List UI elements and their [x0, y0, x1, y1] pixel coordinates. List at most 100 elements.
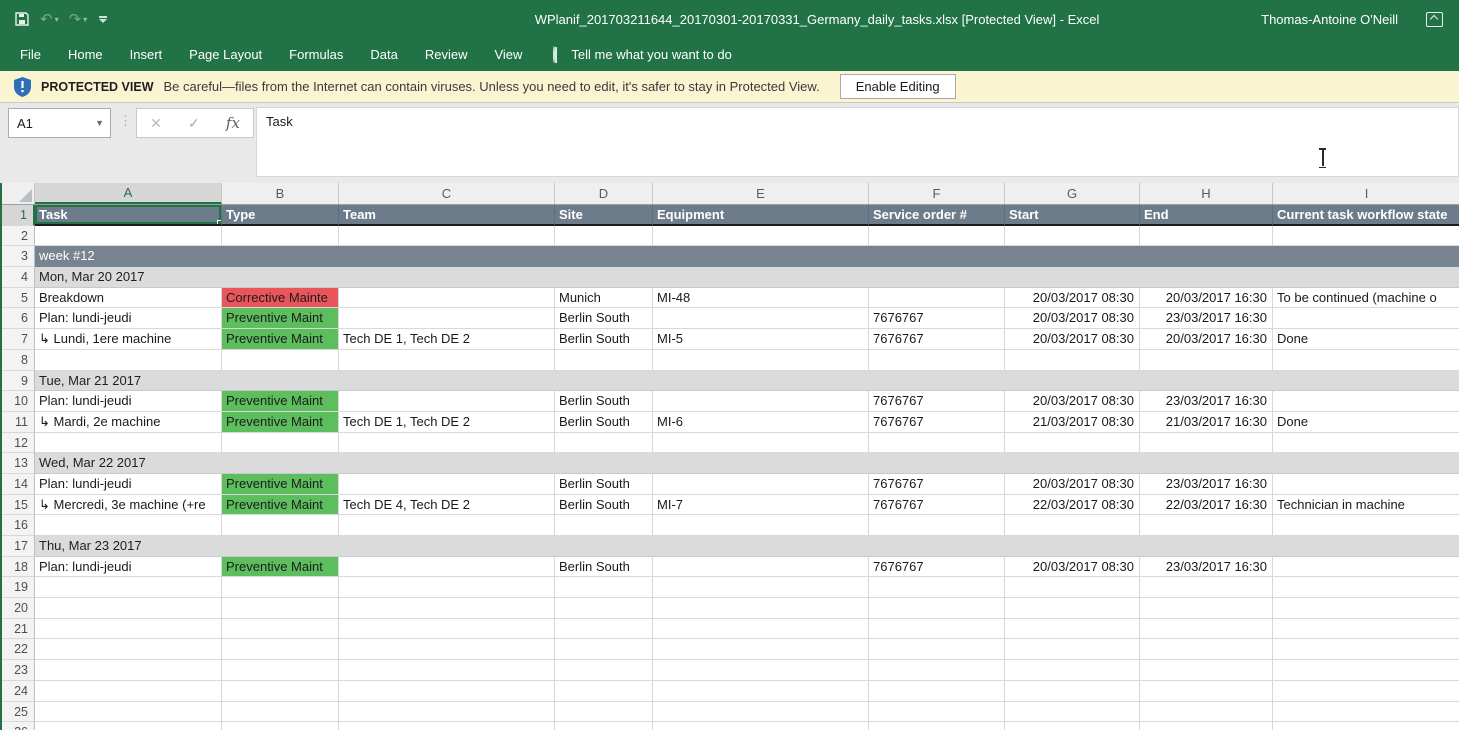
cell-A6[interactable]: Plan: lundi-jeudi: [35, 308, 222, 329]
row-header-21[interactable]: 21: [2, 619, 35, 640]
tab-home[interactable]: Home: [68, 47, 103, 62]
cell-I22[interactable]: [1273, 639, 1459, 660]
cell-I6[interactable]: [1273, 308, 1459, 329]
row-header-15[interactable]: 15: [2, 495, 35, 516]
tell-me-box[interactable]: Tell me what you want to do: [553, 47, 731, 62]
cell-F20[interactable]: [869, 598, 1005, 619]
cell-H6[interactable]: 23/03/2017 16:30: [1140, 308, 1273, 329]
cell-C23[interactable]: [339, 660, 555, 681]
cell-C24[interactable]: [339, 681, 555, 702]
cell-G6[interactable]: 20/03/2017 08:30: [1005, 308, 1140, 329]
cell-E1[interactable]: Equipment: [653, 205, 869, 226]
cell-I26[interactable]: [1273, 722, 1459, 730]
cell-G5[interactable]: 20/03/2017 08:30: [1005, 288, 1140, 309]
tab-view[interactable]: View: [494, 47, 522, 62]
column-header-C[interactable]: C: [339, 183, 555, 204]
cell-C15[interactable]: Tech DE 4, Tech DE 2: [339, 495, 555, 516]
cell-B23[interactable]: [222, 660, 339, 681]
cell-E20[interactable]: [653, 598, 869, 619]
cell-F8[interactable]: [869, 350, 1005, 371]
cell-C20[interactable]: [339, 598, 555, 619]
cell-G18[interactable]: 20/03/2017 08:30: [1005, 557, 1140, 578]
cell-B8[interactable]: [222, 350, 339, 371]
row-header-19[interactable]: 19: [2, 577, 35, 598]
cell-D19[interactable]: [555, 577, 653, 598]
cell-H18[interactable]: 23/03/2017 16:30: [1140, 557, 1273, 578]
row-header-14[interactable]: 14: [2, 474, 35, 495]
tab-insert[interactable]: Insert: [130, 47, 163, 62]
formula-bar-input[interactable]: Task: [256, 107, 1459, 177]
cell-H19[interactable]: [1140, 577, 1273, 598]
column-header-E[interactable]: E: [653, 183, 869, 204]
ribbon-display-options-icon[interactable]: [1426, 12, 1443, 27]
cell-D16[interactable]: [555, 515, 653, 536]
column-header-B[interactable]: B: [222, 183, 339, 204]
cell-D26[interactable]: [555, 722, 653, 730]
cell-G21[interactable]: [1005, 619, 1140, 640]
cell-B7[interactable]: Preventive Maint: [222, 329, 339, 350]
cell-G23[interactable]: [1005, 660, 1140, 681]
row-header-12[interactable]: 12: [2, 433, 35, 454]
cell-A19[interactable]: [35, 577, 222, 598]
row-header-17[interactable]: 17: [2, 536, 35, 557]
cell-A7[interactable]: ↳ Lundi, 1ere machine: [35, 329, 222, 350]
cell-B21[interactable]: [222, 619, 339, 640]
cell-G15[interactable]: 22/03/2017 08:30: [1005, 495, 1140, 516]
row-header-25[interactable]: 25: [2, 702, 35, 723]
row-header-20[interactable]: 20: [2, 598, 35, 619]
cell-C8[interactable]: [339, 350, 555, 371]
row-header-8[interactable]: 8: [2, 350, 35, 371]
cell-E26[interactable]: [653, 722, 869, 730]
cell-F22[interactable]: [869, 639, 1005, 660]
row-header-5[interactable]: 5: [2, 288, 35, 309]
row-header-23[interactable]: 23: [2, 660, 35, 681]
cell-G10[interactable]: 20/03/2017 08:30: [1005, 391, 1140, 412]
cell-A16[interactable]: [35, 515, 222, 536]
cell-A26[interactable]: [35, 722, 222, 730]
cell-A8[interactable]: [35, 350, 222, 371]
row-header-6[interactable]: 6: [2, 308, 35, 329]
cell-A14[interactable]: Plan: lundi-jeudi: [35, 474, 222, 495]
cell-F21[interactable]: [869, 619, 1005, 640]
cell-C6[interactable]: [339, 308, 555, 329]
cell-G19[interactable]: [1005, 577, 1140, 598]
row-header-3[interactable]: 3: [2, 246, 35, 267]
enter-icon[interactable]: ✓: [188, 115, 200, 132]
cell-G25[interactable]: [1005, 702, 1140, 723]
cell-I14[interactable]: [1273, 474, 1459, 495]
insert-function-icon[interactable]: fx: [226, 114, 240, 132]
cell-H25[interactable]: [1140, 702, 1273, 723]
cell-C11[interactable]: Tech DE 1, Tech DE 2: [339, 412, 555, 433]
cell-E19[interactable]: [653, 577, 869, 598]
cell-C12[interactable]: [339, 433, 555, 454]
cell-D23[interactable]: [555, 660, 653, 681]
cell-C5[interactable]: [339, 288, 555, 309]
cell-B6[interactable]: Preventive Maint: [222, 308, 339, 329]
cell-A10[interactable]: Plan: lundi-jeudi: [35, 391, 222, 412]
cell-E12[interactable]: [653, 433, 869, 454]
cell-F7[interactable]: 7676767: [869, 329, 1005, 350]
cell-B22[interactable]: [222, 639, 339, 660]
cell-C1[interactable]: Team: [339, 205, 555, 226]
cell-H14[interactable]: 23/03/2017 16:30: [1140, 474, 1273, 495]
cell-B26[interactable]: [222, 722, 339, 730]
cell-C21[interactable]: [339, 619, 555, 640]
cell-I20[interactable]: [1273, 598, 1459, 619]
cell-I12[interactable]: [1273, 433, 1459, 454]
cell-A2[interactable]: [35, 226, 222, 247]
cell-D18[interactable]: Berlin South: [555, 557, 653, 578]
row-header-16[interactable]: 16: [2, 515, 35, 536]
cell-E16[interactable]: [653, 515, 869, 536]
cell-C25[interactable]: [339, 702, 555, 723]
cell-I2[interactable]: [1273, 226, 1459, 247]
cell-I25[interactable]: [1273, 702, 1459, 723]
cell-D15[interactable]: Berlin South: [555, 495, 653, 516]
cell-G16[interactable]: [1005, 515, 1140, 536]
cell-B19[interactable]: [222, 577, 339, 598]
cell-C2[interactable]: [339, 226, 555, 247]
cell-H24[interactable]: [1140, 681, 1273, 702]
cell-E8[interactable]: [653, 350, 869, 371]
row-header-10[interactable]: 10: [2, 391, 35, 412]
cell-D8[interactable]: [555, 350, 653, 371]
cell-H10[interactable]: 23/03/2017 16:30: [1140, 391, 1273, 412]
